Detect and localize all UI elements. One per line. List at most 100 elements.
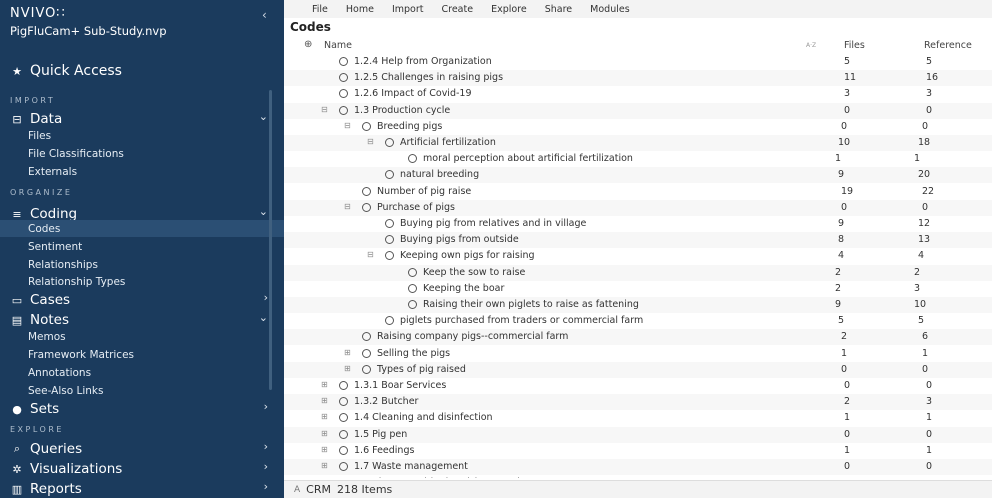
nav-visualizations[interactable]: ✲ Visualizations › [10, 460, 276, 478]
nav-sets[interactable]: ● Sets › [10, 400, 276, 418]
code-node-icon [385, 138, 394, 147]
files-count: 3 [844, 88, 851, 100]
tab-create[interactable]: Create [442, 4, 474, 15]
tab-home[interactable]: Home [346, 4, 374, 15]
visualizations-icon: ✲ [12, 462, 22, 476]
table-row[interactable]: ⊟ 1.3 Production cycle 0 0 [284, 102, 992, 119]
code-node-icon [362, 121, 371, 131]
code-name: Purchase of pigs [377, 201, 455, 213]
nav-item-sentiment[interactable]: Sentiment [0, 238, 284, 255]
code-node-icon [339, 57, 348, 66]
nav-item-memos[interactable]: Memos [0, 328, 284, 345]
nav-item-files[interactable]: Files [0, 127, 284, 144]
table-row[interactable]: Raising company pigs--commercial farm 2 6 [284, 329, 992, 346]
collapse-node-icon[interactable]: ⊟ [321, 105, 328, 114]
table-row[interactable]: natural breeding 9 20 [284, 167, 992, 184]
collapse-node-icon[interactable]: ⊟ [367, 137, 374, 146]
code-node-icon [385, 219, 394, 228]
nav-item-relationship-types[interactable]: Relationship Types [0, 273, 284, 290]
table-row[interactable]: ⊞ Selling the pigs 1 1 [284, 346, 992, 362]
nav-item-codes[interactable]: Codes [0, 220, 284, 237]
table-row[interactable]: Keeping the boar 2 3 [284, 281, 992, 297]
section-explore: EXPLORE [10, 425, 64, 434]
nav-data[interactable]: ⊟ Data ⌄ [10, 110, 276, 128]
tab-file[interactable]: File [312, 4, 328, 15]
code-node-icon [362, 348, 371, 358]
nav-reports[interactable]: ▥ Reports › [10, 480, 276, 498]
expand-node-icon[interactable]: ⊞ [321, 396, 328, 405]
expand-node-icon[interactable]: ⊞ [321, 445, 328, 454]
tab-modules[interactable]: Modules [590, 4, 630, 15]
app-logo: NVIVO∷ [10, 6, 66, 21]
column-header-files[interactable]: Files [844, 40, 865, 51]
table-row[interactable]: 1.2.4 Help from Organization 5 5 [284, 54, 992, 70]
sort-indicator-icon: A·Z [806, 42, 817, 49]
expand-node-icon[interactable]: ⊞ [321, 461, 328, 470]
table-row[interactable]: moral perception about artificial fertil… [284, 151, 992, 167]
table-row[interactable]: Buying pigs from outside 8 13 [284, 232, 992, 249]
code-node-icon [362, 332, 371, 342]
table-row[interactable]: ⊟ Purchase of pigs 0 0 [284, 199, 992, 216]
table-row[interactable]: ⊟ Keeping own pigs for raising 4 4 [284, 248, 992, 264]
sidebar-scrollbar[interactable] [269, 90, 272, 390]
coding-icon: ≡ [12, 207, 22, 221]
status-label: CRM [306, 483, 331, 496]
table-row[interactable]: ⊟ Breeding pigs 0 0 [284, 119, 992, 135]
nav-queries[interactable]: ⌕ Queries › [10, 440, 276, 458]
table-row[interactable]: ⊞ 1.3.2 Butcher 2 3 [284, 394, 992, 411]
table-row[interactable]: Number of pig raise 19 22 [284, 184, 992, 200]
expand-node-icon[interactable]: ⊞ [344, 364, 351, 373]
table-row[interactable]: ⊞ 1.6 Feedings 1 1 [284, 443, 992, 459]
collapse-node-icon[interactable]: ⊟ [344, 202, 351, 211]
files-count: 1 [844, 412, 851, 424]
table-row[interactable]: ⊞ 1.5 Pig pen 0 0 [284, 426, 992, 443]
pin-icon: ★ [12, 64, 22, 78]
data-icon: ⊟ [12, 112, 22, 126]
expand-node-icon[interactable]: ⊞ [321, 380, 328, 389]
nav-item-annotations[interactable]: Annotations [0, 364, 284, 381]
table-row[interactable]: ⊞ 1.7 Waste management 0 0 [284, 459, 992, 475]
code-name: 1.5 Pig pen [354, 428, 408, 440]
table-row[interactable]: ⊞ 1.4 Cleaning and disinfection 1 1 [284, 410, 992, 426]
code-name: Buying pigs from outside [400, 234, 519, 246]
collapse-node-icon[interactable]: ⊟ [344, 121, 351, 130]
code-node-icon [339, 105, 348, 115]
tab-explore[interactable]: Explore [491, 4, 527, 15]
collapse-sidebar-icon[interactable]: ‹ [262, 8, 267, 22]
expand-node-icon[interactable]: ⊞ [321, 412, 328, 421]
collapse-node-icon[interactable]: ⊟ [367, 250, 374, 259]
expand-node-icon[interactable]: ⊞ [321, 429, 328, 438]
table-row[interactable]: Raising their own piglets to raise as fa… [284, 297, 992, 313]
code-node-icon [408, 300, 417, 309]
logo-mark-icon: ∷ [56, 6, 66, 21]
nav-item-framework-matrices[interactable]: Framework Matrices [0, 346, 284, 363]
tab-import[interactable]: Import [392, 4, 424, 15]
files-count: 5 [844, 56, 851, 67]
nav-item-relationships[interactable]: Relationships [0, 256, 284, 273]
references-count: 16 [926, 72, 939, 84]
references-count: 13 [918, 234, 931, 246]
nav-item-externals[interactable]: Externals [0, 163, 284, 180]
expand-node-icon[interactable]: ⊞ [344, 348, 351, 357]
column-header-references[interactable]: Reference [924, 40, 972, 51]
expand-all-icon[interactable]: ⊕ [304, 39, 312, 50]
table-row[interactable]: ⊞ 1.3.1 Boar Services 0 0 [284, 378, 992, 394]
table-row[interactable]: 1.8 Changes with pig raising practices 2 2 [284, 475, 992, 478]
nav-item-file-classifications[interactable]: File Classifications [0, 145, 284, 162]
files-count: 1 [835, 153, 842, 165]
nav-notes[interactable]: ▤ Notes ⌄ [10, 311, 276, 329]
table-row[interactable]: Keep the sow to raise 2 2 [284, 264, 992, 281]
references-count: 5 [926, 56, 933, 67]
quick-access[interactable]: ★ Quick Access [10, 60, 122, 82]
column-header-name[interactable]: Name [324, 40, 352, 51]
nav-cases[interactable]: ▭ Cases › [10, 291, 276, 309]
table-row[interactable]: ⊟ Artificial fertilization 10 18 [284, 135, 992, 151]
code-name: 1.2.5 Challenges in raising pigs [354, 72, 504, 84]
table-row[interactable]: piglets purchased from traders or commer… [284, 313, 992, 329]
table-row[interactable]: Buying pig from relatives and in village… [284, 216, 992, 232]
table-row[interactable]: 1.2.6 Impact of Covid-19 3 3 [284, 86, 992, 102]
nav-item-see-also-links[interactable]: See-Also Links [0, 382, 284, 399]
table-row[interactable]: 1.2.5 Challenges in raising pigs 11 16 [284, 70, 992, 87]
tab-share[interactable]: Share [545, 4, 572, 15]
table-row[interactable]: ⊞ Types of pig raised 0 0 [284, 361, 992, 378]
